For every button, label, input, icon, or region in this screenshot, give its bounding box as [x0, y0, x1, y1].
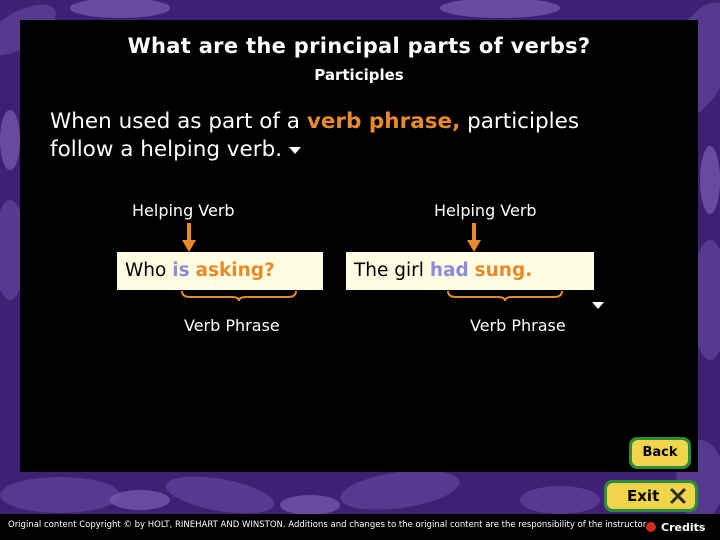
- helping-verb-label-1: Helping Verb: [132, 201, 235, 220]
- exit-button[interactable]: Exit: [604, 480, 698, 512]
- body-line-2: follow a helping verb.: [50, 136, 579, 164]
- exit-button-face: Exit: [607, 483, 695, 509]
- brace-icon: [447, 290, 563, 302]
- credits-button[interactable]: Credits: [645, 519, 705, 535]
- example-1-participle: asking?: [195, 260, 275, 281]
- back-button[interactable]: Back: [629, 437, 691, 469]
- example-1-subject: Who: [125, 260, 167, 281]
- example-2-subject: The girl: [354, 260, 424, 281]
- back-button-label: Back: [632, 440, 688, 466]
- slide-subtitle: Participles: [314, 66, 404, 84]
- credits-dot-icon: [646, 522, 656, 532]
- body-text-part1: When used as part of a: [50, 109, 300, 134]
- down-arrow-icon: [182, 223, 196, 252]
- slide-panel: What are the principal parts of verbs? P…: [20, 20, 698, 472]
- advance-arrow-icon[interactable]: [592, 302, 604, 310]
- verb-phrase-label-2: Verb Phrase: [470, 316, 566, 335]
- example-box-2: The girl had sung.: [346, 252, 594, 290]
- body-text-part2: participles: [467, 109, 580, 134]
- close-icon: [670, 488, 686, 504]
- credits-label: Credits: [661, 520, 706, 534]
- body-text: When used as part of a verb phrase, part…: [50, 108, 579, 164]
- helping-verb-label-2: Helping Verb: [434, 201, 537, 220]
- example-box-1: Who is asking?: [117, 252, 323, 290]
- body-line-1: When used as part of a verb phrase, part…: [50, 108, 579, 136]
- slide-title: What are the principal parts of verbs?: [127, 34, 591, 58]
- verb-phrase-label-1: Verb Phrase: [184, 316, 280, 335]
- example-2-helping-verb: had: [429, 260, 469, 281]
- advance-arrow-icon[interactable]: [288, 145, 301, 155]
- down-arrow-icon: [467, 223, 481, 252]
- brace-icon: [181, 290, 297, 302]
- body-text-line2: follow a helping verb.: [50, 137, 283, 162]
- example-2-participle: sung.: [474, 260, 533, 281]
- exit-button-label: Exit: [627, 487, 660, 505]
- example-1-helping-verb: is: [172, 260, 190, 281]
- copyright-text: Original content Copyright © by HOLT, RI…: [8, 520, 649, 530]
- verb-phrase-emphasis: verb phrase,: [306, 109, 461, 134]
